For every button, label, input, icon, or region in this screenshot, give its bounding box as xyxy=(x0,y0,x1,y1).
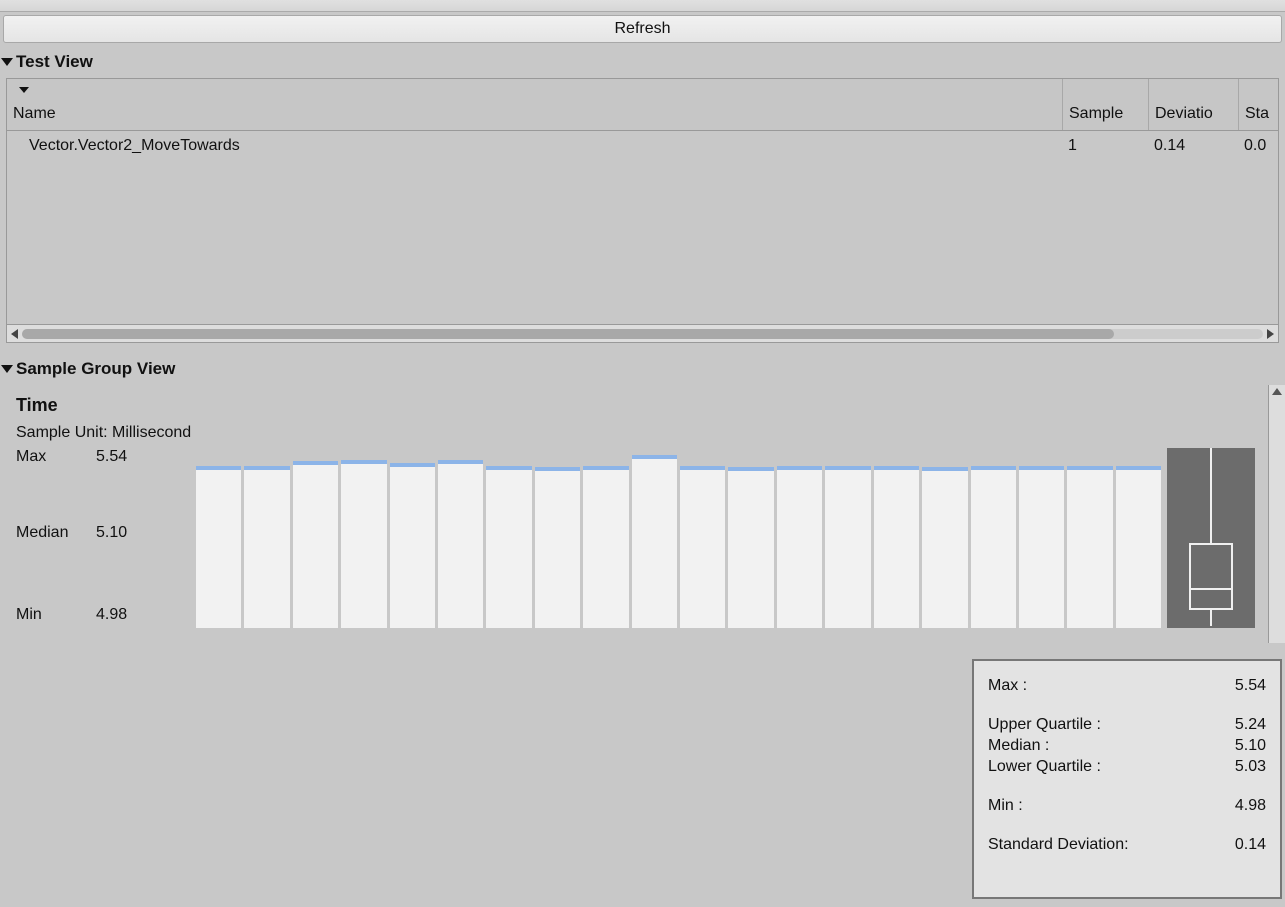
bars-container xyxy=(196,448,1161,628)
bar[interactable] xyxy=(825,466,870,628)
tt-min-label: Min : xyxy=(988,797,1023,815)
sample-group-panel: Time Sample Unit: Millisecond Max 5.54 M… xyxy=(6,385,1279,643)
bar[interactable] xyxy=(535,467,580,628)
bar[interactable] xyxy=(390,463,435,628)
cell-star: 0.0 xyxy=(1238,137,1278,155)
bar[interactable] xyxy=(244,466,289,629)
col-sample[interactable]: Sample xyxy=(1062,79,1148,130)
window-top-strip xyxy=(0,0,1285,12)
sample-unit: Sample Unit: Millisecond xyxy=(16,424,1255,442)
tt-median-label: Median : xyxy=(988,737,1049,755)
scroll-track[interactable] xyxy=(22,329,1263,339)
bar[interactable] xyxy=(583,466,628,629)
tt-lq-value: 5.03 xyxy=(1235,758,1266,776)
y-axis-labels: Max 5.54 Median 5.10 Min 4.98 xyxy=(16,448,196,628)
bar[interactable] xyxy=(293,461,338,628)
chevron-down-icon xyxy=(1,58,13,66)
sample-unit-value: Millisecond xyxy=(112,424,191,441)
yval-max: 5.54 xyxy=(96,448,127,466)
tt-max-label: Max : xyxy=(988,677,1027,695)
boxplot-tooltip: Max : 5.54 Upper Quartile : 5.24 Median … xyxy=(972,659,1282,899)
bar[interactable] xyxy=(1116,466,1161,628)
yval-median: 5.10 xyxy=(96,524,127,542)
bar[interactable] xyxy=(680,466,725,628)
scroll-up-icon[interactable] xyxy=(1272,388,1282,395)
scroll-thumb[interactable] xyxy=(22,329,1114,339)
ylabel-max: Max xyxy=(16,448,76,466)
yval-min: 4.98 xyxy=(96,606,127,624)
tt-sd-label: Standard Deviation: xyxy=(988,836,1129,854)
cell-name: Vector.Vector2_MoveTowards xyxy=(7,137,1062,155)
tt-median-value: 5.10 xyxy=(1235,737,1266,755)
sort-indicator-icon xyxy=(19,87,29,93)
tt-lq-label: Lower Quartile : xyxy=(988,758,1101,776)
tt-min-value: 4.98 xyxy=(1235,797,1266,815)
chart-area: Max 5.54 Median 5.10 Min 4.98 xyxy=(16,448,1255,628)
bar[interactable] xyxy=(874,466,919,628)
ylabel-median: Median xyxy=(16,524,76,542)
test-view-header[interactable]: Test View xyxy=(0,46,1285,78)
boxplot[interactable] xyxy=(1167,448,1255,628)
scroll-left-icon[interactable] xyxy=(11,329,18,339)
col-deviation[interactable]: Deviatio xyxy=(1148,79,1238,130)
table-header: Name Sample Deviatio Sta xyxy=(7,79,1278,131)
sample-unit-label: Sample Unit: xyxy=(16,424,108,441)
scroll-right-icon[interactable] xyxy=(1267,329,1274,339)
cell-sample: 1 xyxy=(1062,137,1148,155)
test-view-title: Test View xyxy=(16,52,93,72)
bar[interactable] xyxy=(196,466,241,628)
bar[interactable] xyxy=(341,460,386,628)
refresh-button[interactable]: Refresh xyxy=(3,15,1282,43)
cell-deviation: 0.14 xyxy=(1148,137,1238,155)
col-name-label: Name xyxy=(13,105,56,122)
bar[interactable] xyxy=(1067,466,1112,628)
tt-sd-value: 0.14 xyxy=(1235,836,1266,854)
bar[interactable] xyxy=(777,466,822,628)
bar[interactable] xyxy=(632,455,677,628)
col-star[interactable]: Sta xyxy=(1238,79,1278,130)
table-body: Vector.Vector2_MoveTowards 1 0.14 0.0 xyxy=(7,131,1278,324)
sample-group-header[interactable]: Sample Group View xyxy=(0,353,1285,385)
tt-uq-value: 5.24 xyxy=(1235,716,1266,734)
refresh-bar: Refresh xyxy=(0,12,1285,46)
bar[interactable] xyxy=(922,467,967,628)
tt-uq-label: Upper Quartile : xyxy=(988,716,1101,734)
bar[interactable] xyxy=(1019,466,1064,628)
tt-max-value: 5.54 xyxy=(1235,677,1266,695)
table-row[interactable]: Vector.Vector2_MoveTowards 1 0.14 0.0 xyxy=(7,131,1278,161)
bar[interactable] xyxy=(971,466,1016,629)
ylabel-min: Min xyxy=(16,606,76,624)
col-name[interactable]: Name xyxy=(7,79,1062,130)
test-view-table: Name Sample Deviatio Sta Vector.Vector2_… xyxy=(6,78,1279,343)
bar[interactable] xyxy=(438,460,483,628)
vertical-scrollbar[interactable] xyxy=(1268,385,1285,643)
bar[interactable] xyxy=(486,466,531,628)
sample-group-title: Sample Group View xyxy=(16,359,175,379)
horizontal-scrollbar[interactable] xyxy=(7,324,1278,342)
metric-title: Time xyxy=(16,395,1255,416)
bar[interactable] xyxy=(728,467,773,628)
chevron-down-icon xyxy=(1,365,13,373)
